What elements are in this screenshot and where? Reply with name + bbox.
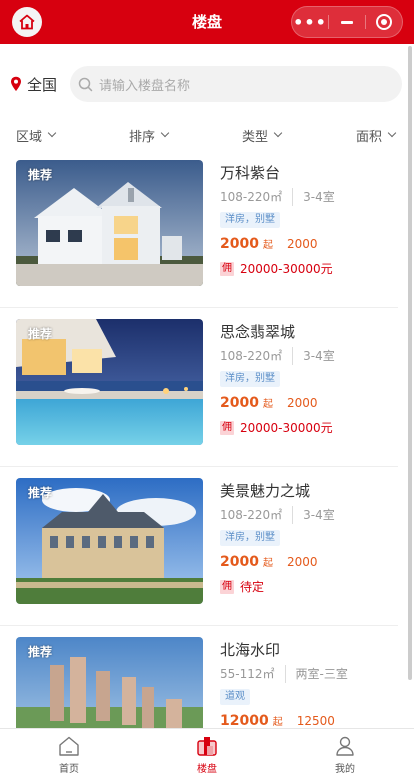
listing-rooms: 3-4室 [303, 349, 335, 363]
tab-home[interactable]: 首页 [0, 729, 138, 780]
search-row: 全国 请输入楼盘名称 [0, 64, 414, 104]
listing-card[interactable]: 推荐 美景魅力之城 108-220㎡ 3-4室 洋房，别墅 2000 起 2000 佣… [0, 468, 398, 626]
chevron-down-icon [47, 128, 57, 138]
filter-sort[interactable]: 排序 [129, 120, 170, 150]
listing-area: 108-220㎡ [220, 506, 294, 524]
bottom-tab-bar: 首页 楼盘 我的 [0, 728, 414, 780]
chevron-down-icon [273, 128, 283, 138]
close-button[interactable] [366, 7, 402, 37]
listing-info: 北海水印 55-112㎡ 两室-三室 道观 12000 起 12500 [220, 639, 395, 731]
commission-value: 20000-30000元 [240, 262, 333, 276]
filter-bar: 区域 排序 类型 面积 [0, 120, 414, 150]
listing-rooms: 3-4室 [303, 190, 335, 204]
commission-icon: 佣 [220, 421, 234, 435]
listing-photo: 推荐 [16, 160, 203, 286]
location-pin-icon [11, 76, 21, 91]
type-badge: 洋房，别墅 [220, 530, 280, 546]
commission-row: 佣 20000-30000元 [220, 260, 395, 278]
commission-value: 20000-30000元 [240, 421, 333, 435]
more-dots-icon: ••• [293, 12, 327, 32]
commission-icon: 佣 [220, 262, 234, 276]
scrollbar[interactable] [408, 46, 412, 680]
search-input[interactable]: 请输入楼盘名称 [70, 66, 402, 102]
top-bar: 楼盘 ••• [0, 0, 414, 44]
recommend-tag: 推荐 [28, 486, 53, 500]
listing-name: 思念翡翠城 [220, 323, 296, 341]
chevron-down-icon [160, 128, 170, 138]
listing-info: 美景魅力之城 108-220㎡ 3-4室 洋房，别墅 2000 起 2000 佣待定 [220, 480, 395, 596]
recommend-tag: 推荐 [28, 168, 53, 182]
search-icon [78, 77, 93, 91]
filter-region[interactable]: 区域 [16, 120, 57, 150]
listing-info: 思念翡翠城 108-220㎡ 3-4室 洋房，别墅 2000 起 2000 佣 2000… [220, 321, 395, 437]
more-button[interactable]: ••• [292, 7, 328, 37]
commission-row: 佣 20000-30000元 [220, 419, 395, 437]
close-target-icon [376, 14, 392, 30]
listing-rooms: 3-4室 [303, 508, 335, 522]
city-selector[interactable]: 全国 [10, 64, 57, 104]
building-icon [197, 737, 217, 756]
type-badge: 洋房，别墅 [220, 212, 280, 228]
commission-icon: 佣 [220, 580, 234, 594]
recommend-tag: 推荐 [28, 645, 53, 659]
minimize-button[interactable] [329, 7, 365, 37]
filter-type[interactable]: 类型 [242, 120, 283, 150]
listing-name: 万科紫台 [220, 164, 281, 182]
user-icon [336, 736, 354, 756]
tab-buildings-label: 楼盘 [197, 764, 217, 775]
tab-mine-label: 我的 [335, 764, 355, 775]
home-icon [59, 736, 79, 756]
listing-price: 2000 起 2000 [220, 236, 318, 252]
listing-name: 美景魅力之城 [220, 482, 311, 500]
listing-name: 北海水印 [220, 641, 281, 659]
minimize-icon [341, 20, 353, 24]
listing-photo: 推荐 [16, 319, 203, 445]
listing-area: 108-220㎡ [220, 347, 294, 365]
listing-price: 2000 起 2000 [220, 554, 318, 570]
listing-info: 万科紫台 108-220㎡ 3-4室 洋房，别墅 2000 起 2000 佣 20000… [220, 162, 395, 278]
tab-mine[interactable]: 我的 [276, 729, 414, 780]
listing-card[interactable]: 推荐 万科紫台 108-220㎡ 3-4室 洋房，别墅 2000 起 2000 佣 20… [0, 150, 398, 308]
listing-photo: 推荐 [16, 478, 203, 604]
recommend-tag: 推荐 [28, 327, 53, 341]
search-placeholder: 请输入楼盘名称 [99, 78, 191, 94]
listing-area: 108-220㎡ [220, 188, 294, 206]
listing-price: 2000 起 2000 [220, 395, 318, 411]
miniprogram-capsule: ••• [291, 6, 403, 38]
listing-rooms: 两室-三室 [295, 667, 348, 681]
chevron-down-icon [387, 128, 397, 138]
type-badge: 洋房，别墅 [220, 371, 280, 387]
listing-area: 55-112㎡ [220, 665, 286, 683]
city-label: 全国 [27, 75, 58, 94]
type-badge: 道观 [220, 689, 250, 705]
commission-row: 佣待定 [220, 578, 395, 596]
listing-card[interactable]: 推荐 思念翡翠城 108-220㎡ 3-4室 洋房，别墅 2000 起 2000 佣2… [0, 309, 398, 467]
commission-value: 待定 [240, 580, 265, 594]
tab-home-label: 首页 [59, 764, 79, 775]
tab-buildings[interactable]: 楼盘 [138, 729, 276, 780]
filter-area[interactable]: 面积 [356, 120, 397, 150]
